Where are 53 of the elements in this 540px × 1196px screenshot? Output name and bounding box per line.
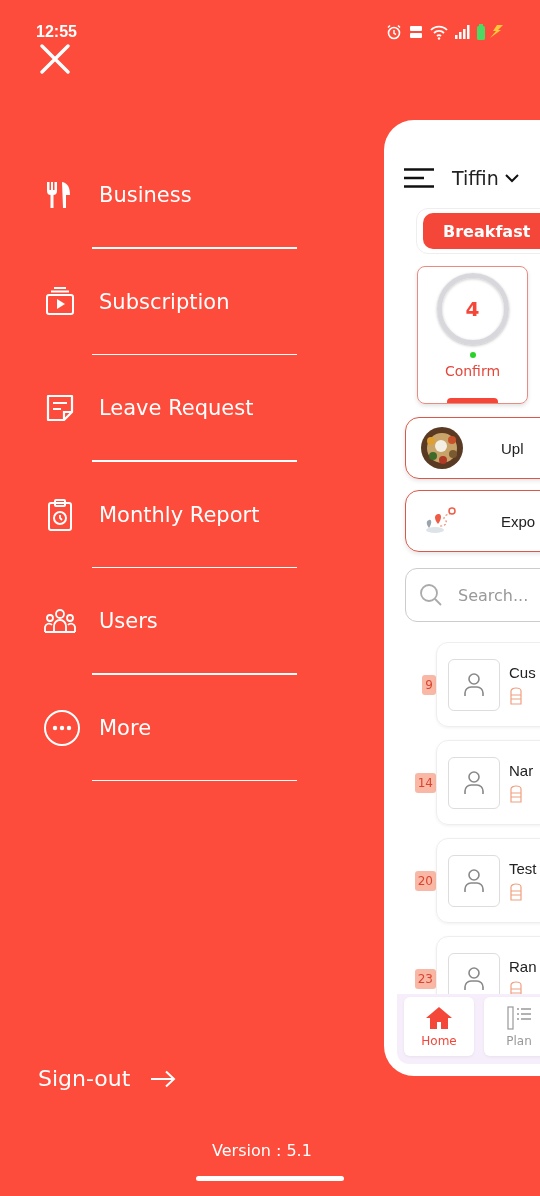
action-button[interactable]: Expo bbox=[405, 490, 540, 552]
count-ring: 4 bbox=[436, 273, 509, 345]
alarm-icon bbox=[386, 24, 402, 40]
nav-tab[interactable]: Plan bbox=[484, 997, 540, 1056]
person-icon bbox=[464, 770, 484, 795]
customer-card[interactable]: Test bbox=[436, 838, 540, 923]
close-icon[interactable] bbox=[40, 44, 70, 74]
customer-name: Nar bbox=[509, 762, 534, 779]
status-time: 12:55 bbox=[36, 23, 77, 41]
tiffin-icon bbox=[509, 785, 523, 803]
person-icon bbox=[464, 966, 484, 991]
list-icon bbox=[505, 1005, 533, 1030]
person-icon bbox=[464, 672, 484, 697]
tiffin-icon bbox=[509, 687, 523, 705]
order-number-badge: 14 bbox=[414, 772, 436, 793]
menu-item[interactable]: Users bbox=[0, 591, 270, 651]
status-label: Confirm bbox=[444, 363, 501, 379]
status-bar-indicator bbox=[447, 398, 498, 403]
chevron-down-icon[interactable] bbox=[504, 173, 519, 183]
tiffin-icon bbox=[509, 883, 523, 901]
action-button[interactable]: Upl bbox=[405, 417, 540, 479]
person-icon bbox=[464, 868, 484, 893]
tiffin-icon bbox=[509, 981, 523, 994]
search-icon bbox=[419, 583, 443, 607]
order-number-badge: 20 bbox=[414, 870, 436, 891]
sign-out-button[interactable]: Sign-out bbox=[38, 1066, 177, 1091]
customer-card[interactable]: Cus bbox=[436, 642, 540, 727]
customer-name: Cus bbox=[509, 664, 536, 681]
business-dropdown[interactable]: Tiffin bbox=[452, 167, 499, 189]
status-dot bbox=[469, 352, 476, 358]
nav-tab[interactable]: Home bbox=[404, 997, 474, 1056]
customer-name: Test bbox=[509, 860, 537, 877]
menu-item[interactable]: Leave Request bbox=[0, 378, 270, 438]
order-number-badge: 9 bbox=[422, 674, 436, 695]
arrow-right-icon bbox=[150, 1069, 177, 1088]
menu-item[interactable]: More bbox=[0, 697, 270, 758]
customer-card[interactable]: Nar bbox=[436, 740, 540, 825]
more-icon bbox=[43, 708, 81, 747]
menu-item[interactable]: Business bbox=[0, 165, 270, 225]
customer-name: Ran bbox=[509, 958, 537, 975]
search-field[interactable]: Search... bbox=[405, 568, 540, 622]
battery-icon bbox=[476, 24, 504, 40]
menu-item[interactable]: Monthly Report bbox=[0, 484, 270, 545]
menu-item[interactable]: Subscription bbox=[0, 271, 270, 332]
meal-tab[interactable]: Breakfast bbox=[423, 213, 540, 249]
order-number-badge: 23 bbox=[414, 968, 436, 989]
app-preview-card[interactable]: Tiffin Breakfast 4 Confirm Upl Expo Search... 9 Cus 14 Nar 20 Test 23 Ran Home Plan bbox=[384, 120, 540, 1076]
wifi-icon bbox=[430, 24, 448, 40]
version-text: Version : 5.1 bbox=[212, 1141, 312, 1160]
menu-icon[interactable] bbox=[404, 168, 434, 188]
home-icon bbox=[425, 1005, 453, 1030]
status-card[interactable]: 4 Confirm bbox=[417, 266, 528, 404]
signal-icon bbox=[454, 24, 470, 40]
